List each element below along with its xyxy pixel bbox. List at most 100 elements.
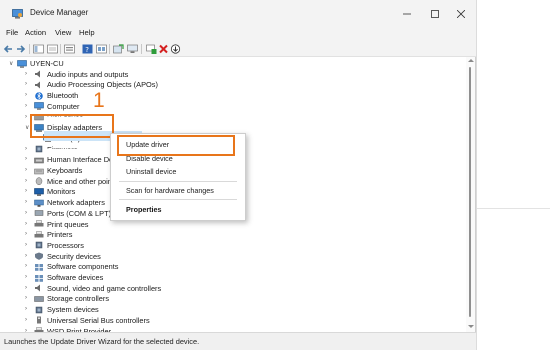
- menu-action[interactable]: Action: [23, 27, 48, 38]
- chevron-right-icon[interactable]: ›: [25, 306, 27, 312]
- close-button[interactable]: [450, 5, 472, 23]
- context-menu-scan-hardware[interactable]: Scan for hardware changes: [111, 185, 245, 197]
- context-menu-properties[interactable]: Properties: [111, 204, 245, 216]
- tree-category-item[interactable]: › Audio Processing Objects (APOs): [0, 79, 460, 90]
- context-menu-uninstall-device[interactable]: Uninstall device: [111, 166, 245, 178]
- tree-item-label: Audio inputs and outputs: [47, 69, 129, 79]
- chevron-down-icon[interactable]: ∨: [25, 124, 29, 131]
- tree-item-label: Keyboards: [47, 166, 83, 175]
- menu-view[interactable]: View: [53, 27, 73, 38]
- divider: [476, 208, 550, 209]
- hid-icon: [34, 157, 44, 164]
- step-number-callout: 1: [93, 89, 105, 112]
- help-icon[interactable]: ?: [82, 44, 93, 54]
- chip-icon: [35, 145, 43, 153]
- tree-category-item[interactable]: › System devices: [0, 304, 460, 315]
- printer-icon: [34, 230, 44, 238]
- tree-item-label: Ports (COM & LPT): [47, 208, 112, 218]
- menu-separator: [119, 199, 237, 200]
- storage-icon: [34, 296, 44, 302]
- tree-item-label: Monitors: [47, 187, 76, 197]
- chevron-right-icon[interactable]: ›: [25, 285, 27, 291]
- menu-separator: [119, 181, 237, 182]
- menu-help[interactable]: Help: [77, 27, 97, 38]
- scan-hardware-icon[interactable]: [127, 44, 138, 54]
- chevron-right-icon[interactable]: ›: [25, 263, 27, 269]
- tree-item-label: Network adapters: [47, 198, 105, 208]
- chevron-right-icon[interactable]: ›: [25, 167, 27, 173]
- minimize-button[interactable]: [396, 5, 418, 23]
- chevron-right-icon[interactable]: ›: [25, 221, 27, 227]
- tree-item-label: Bluetooth: [47, 91, 79, 101]
- tree-category-item[interactable]: › Security devices: [0, 251, 460, 262]
- scroll-up-icon[interactable]: [468, 59, 474, 62]
- chevron-right-icon[interactable]: ›: [25, 253, 27, 259]
- vertical-scrollbar[interactable]: [466, 57, 475, 332]
- maximize-icon: [431, 10, 439, 18]
- chevron-right-icon[interactable]: ›: [25, 114, 27, 120]
- chevron-right-icon[interactable]: ›: [25, 146, 27, 152]
- speaker-icon: [35, 81, 40, 89]
- tree-category-item[interactable]: › Sound, video and game controllers: [0, 283, 460, 294]
- chevron-right-icon[interactable]: ›: [25, 92, 27, 98]
- maximize-button[interactable]: [424, 5, 446, 23]
- chevron-right-icon[interactable]: ›: [25, 210, 27, 216]
- tree-category-item[interactable]: › Software components: [0, 261, 460, 272]
- scroll-down-icon[interactable]: [468, 325, 474, 328]
- chevron-right-icon[interactable]: ›: [25, 242, 27, 248]
- chevron-right-icon[interactable]: ›: [25, 81, 27, 87]
- scroll-thumb[interactable]: [469, 67, 471, 317]
- tree-category-item[interactable]: › Software devices: [0, 272, 460, 283]
- chevron-right-icon[interactable]: ›: [25, 199, 27, 205]
- menu-file[interactable]: File: [4, 27, 20, 38]
- tree-category-item[interactable]: › Audio inputs and outputs: [0, 69, 460, 80]
- status-bar: Launches the Update Driver Wizard for th…: [0, 332, 476, 350]
- tree-category-item[interactable]: › Bluetooth: [0, 90, 460, 101]
- tree-category-item[interactable]: › Printers: [0, 229, 460, 240]
- title-bar: Device Manager: [0, 0, 476, 28]
- printer-icon: [34, 220, 44, 227]
- forward-arrow-icon[interactable]: [15, 44, 26, 54]
- background-window: [476, 0, 550, 350]
- tree-item-label: Sound, video and game controllers: [47, 283, 162, 293]
- tree-category-item[interactable]: › Computer: [0, 101, 460, 112]
- add-device-icon[interactable]: [146, 44, 157, 54]
- toolbar-separator: [60, 44, 61, 54]
- network-icon: [34, 199, 44, 207]
- back-arrow-icon[interactable]: [3, 44, 14, 54]
- properties-page-icon[interactable]: [47, 44, 58, 54]
- update-driver-icon[interactable]: [113, 44, 124, 54]
- view-icon[interactable]: [96, 44, 107, 54]
- minimize-icon: [403, 13, 411, 15]
- list-view-icon[interactable]: [64, 44, 75, 54]
- chevron-right-icon[interactable]: ›: [25, 188, 27, 194]
- tree-item-label: Firmware: [47, 144, 78, 154]
- chevron-right-icon[interactable]: ›: [25, 231, 27, 237]
- tree-category-item[interactable]: › Storage controllers: [0, 293, 460, 304]
- download-icon[interactable]: [170, 44, 181, 54]
- tree-item-label: Universal Serial Bus controllers: [47, 315, 150, 325]
- tree-root[interactable]: ∨ UYEN-CU: [0, 58, 460, 69]
- monitor-icon: [34, 188, 44, 196]
- chevron-right-icon[interactable]: ›: [25, 317, 27, 323]
- tree-category-item[interactable]: › Processors: [0, 240, 460, 251]
- component-icon: [35, 263, 43, 271]
- speaker-icon: [35, 284, 40, 292]
- chevron-right-icon[interactable]: ›: [25, 156, 27, 162]
- tree-category-item[interactable]: › Universal Serial Bus controllers: [0, 315, 460, 326]
- chevron-right-icon[interactable]: ›: [25, 103, 27, 109]
- chevron-right-icon[interactable]: ›: [25, 295, 27, 301]
- toolbar: ?: [0, 42, 476, 57]
- tree-item-label: Printers: [47, 230, 73, 240]
- delete-icon[interactable]: [158, 44, 169, 54]
- chevron-right-icon[interactable]: ›: [25, 274, 27, 280]
- speaker-icon: [35, 70, 40, 78]
- device-manager-icon: [12, 9, 23, 19]
- show-hide-console-tree-icon[interactable]: [33, 44, 44, 54]
- component-icon: [35, 274, 43, 282]
- toolbar-separator: [109, 44, 110, 54]
- chevron-right-icon[interactable]: ›: [25, 178, 27, 184]
- tree-item-label: System devices: [47, 305, 99, 315]
- computer-icon: [17, 59, 27, 68]
- chevron-right-icon[interactable]: ›: [25, 71, 27, 77]
